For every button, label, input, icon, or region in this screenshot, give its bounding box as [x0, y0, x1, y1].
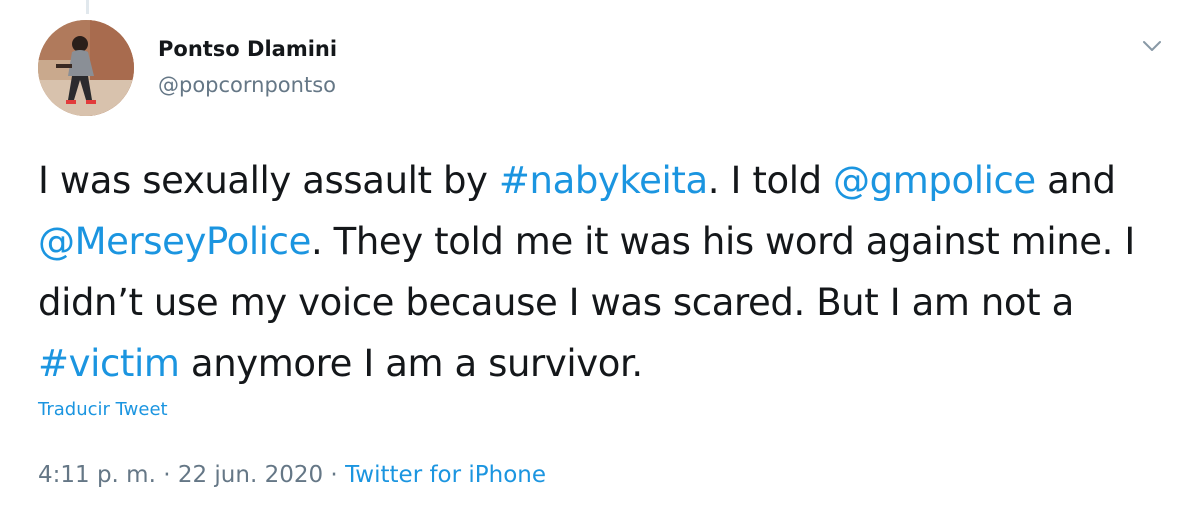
tweet-text-segment: and — [1035, 159, 1116, 202]
author-display-name[interactable]: Pontso Dlamini — [158, 36, 337, 62]
tweet-time[interactable]: 4:11 p. m. — [38, 462, 156, 488]
hashtag-link[interactable]: #nabykeita — [499, 159, 708, 202]
author-handle[interactable]: @popcornpontso — [158, 72, 337, 98]
mention-link[interactable]: @gmpolice — [833, 159, 1036, 202]
avatar[interactable] — [38, 20, 134, 116]
hashtag-link[interactable]: #victim — [38, 342, 180, 385]
meta-separator: · — [155, 462, 178, 488]
tweet-card: Pontso Dlamini @popcornpontso I was sexu… — [0, 0, 1200, 522]
tweet-text-segment: anymore I am a survivor. — [179, 342, 643, 385]
thread-connector — [86, 0, 89, 14]
mention-link[interactable]: @MerseyPolice — [38, 220, 311, 263]
meta-separator: · — [323, 462, 346, 488]
tweet-text-segment: . I told — [707, 159, 834, 202]
author-block: Pontso Dlamini @popcornpontso — [158, 36, 337, 98]
tweet-meta: 4:11 p. m. · 22 jun. 2020 · Twitter for … — [38, 458, 546, 492]
translate-tweet-link[interactable]: Traducir Tweet — [38, 398, 168, 422]
tweet-source[interactable]: Twitter for iPhone — [345, 462, 546, 488]
tweet-text-segment: I was sexually assault by — [38, 159, 499, 202]
chevron-down-icon[interactable] — [1138, 32, 1166, 60]
tweet-text: I was sexually assault by #nabykeita. I … — [38, 150, 1168, 394]
tweet-date[interactable]: 22 jun. 2020 — [178, 462, 323, 488]
avatar-photo — [38, 20, 134, 116]
